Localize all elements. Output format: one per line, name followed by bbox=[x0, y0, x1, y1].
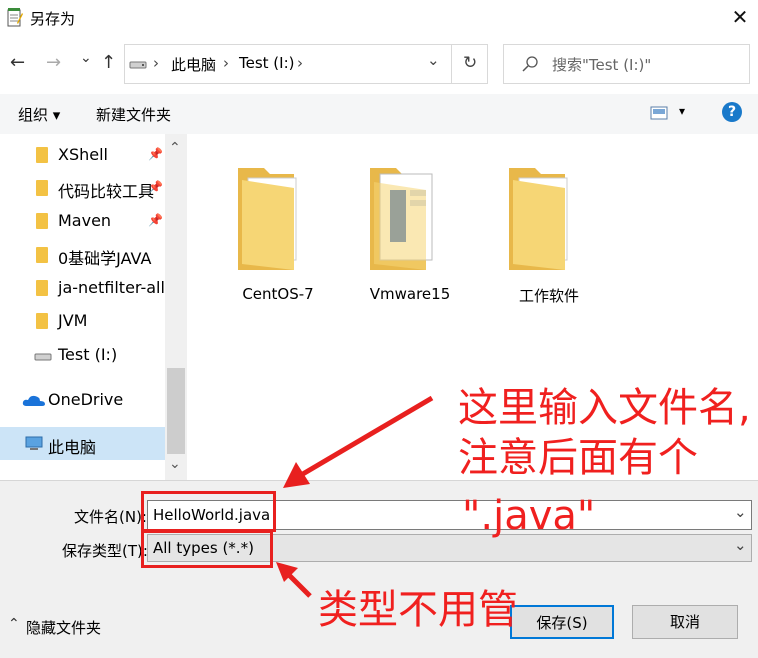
annotation-text-line3: ".java" bbox=[462, 493, 596, 539]
annotation-text-line1: 这里输入文件名, bbox=[458, 385, 751, 431]
annotation-text-type: 类型不用管 bbox=[318, 587, 518, 633]
annotation-arrows bbox=[276, 395, 434, 598]
annotation-text-line2: 注意后面有个 bbox=[458, 435, 698, 481]
